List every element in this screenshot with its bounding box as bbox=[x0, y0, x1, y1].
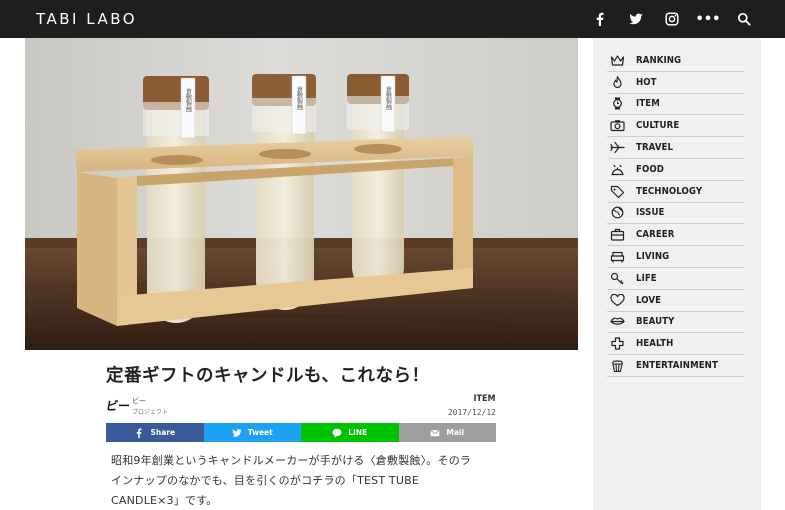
food-icon bbox=[608, 162, 626, 176]
tube-label-3: 倉敷製蝕 bbox=[385, 85, 392, 111]
mail-icon bbox=[430, 428, 440, 438]
share-buttons: Share Tweet LINE Mail bbox=[106, 423, 496, 442]
facebook-icon[interactable] bbox=[593, 12, 607, 26]
cross-icon bbox=[608, 337, 626, 351]
briefcase-icon bbox=[608, 228, 626, 242]
share-twitter-button[interactable]: Tweet bbox=[203, 423, 301, 442]
article-title: 定番ギフトのキャンドルも、これなら！ bbox=[106, 366, 430, 386]
twitter-icon bbox=[231, 428, 242, 438]
article-date: 2017/12/12 bbox=[447, 408, 496, 417]
instagram-icon[interactable] bbox=[665, 12, 679, 26]
site-header: TABI LABO ••• bbox=[0, 0, 785, 38]
article-lead-line-3: CANDLE×3」です。 bbox=[111, 494, 218, 507]
author-name[interactable]: ビー bbox=[132, 396, 146, 406]
twitter-icon[interactable] bbox=[629, 12, 643, 26]
category-ranking[interactable]: RANKING bbox=[607, 50, 744, 72]
watch-icon bbox=[608, 97, 626, 111]
hero-image: 倉敷製蝕 倉敷製蝕 倉敷製蝕 bbox=[25, 38, 578, 350]
article-lead-line-2: インナップのなかでも、目を引くのがコチラの「TEST TUBE bbox=[111, 474, 420, 487]
line-icon bbox=[332, 428, 342, 438]
key-icon bbox=[608, 271, 626, 285]
author-subtitle: プロジェクト bbox=[132, 409, 169, 416]
category-career[interactable]: CAREER bbox=[607, 224, 744, 247]
article-lead-line-1: 昭和9年創業というキャンドルメーカーが手がける〈倉敷製蝕〉。そのラ bbox=[111, 454, 472, 467]
category-entertainment[interactable]: ENTERTAINMENT bbox=[607, 355, 744, 377]
site-logo[interactable]: TABI LABO bbox=[36, 10, 137, 28]
category-health[interactable]: HEALTH bbox=[607, 333, 744, 356]
flame-icon bbox=[608, 75, 626, 89]
share-line-button[interactable]: LINE bbox=[301, 423, 399, 442]
globe-icon bbox=[608, 206, 626, 220]
category-living[interactable]: LIVING bbox=[607, 246, 744, 268]
airplane-icon bbox=[608, 141, 626, 155]
share-line-label: LINE bbox=[348, 428, 368, 437]
category-love[interactable]: LOVE bbox=[607, 290, 744, 312]
crown-icon bbox=[608, 53, 626, 67]
article-lead: 昭和9年創業というキャンドルメーカーが手がける〈倉敷製蝕〉。そのラ インナップの… bbox=[111, 451, 491, 510]
facebook-icon bbox=[134, 428, 144, 438]
category-travel[interactable]: TRAVEL bbox=[607, 137, 744, 159]
category-food[interactable]: FOOD bbox=[607, 159, 744, 181]
category-item[interactable]: ITEM bbox=[607, 94, 744, 116]
tube-label-1: 倉敷製蝕 bbox=[185, 87, 192, 113]
category-life[interactable]: LIFE bbox=[607, 268, 744, 290]
article-category-tag[interactable]: ITEM bbox=[474, 394, 496, 404]
sofa-icon bbox=[608, 250, 626, 264]
category-sidebar: RANKING HOT ITEM CULTURE TRAVEL FOOD TEC… bbox=[593, 38, 761, 510]
lips-icon bbox=[608, 315, 626, 329]
popcorn-icon bbox=[608, 359, 626, 373]
search-icon[interactable] bbox=[737, 12, 751, 26]
share-mail-label: Mail bbox=[446, 428, 465, 437]
heart-icon bbox=[608, 293, 626, 307]
category-issue[interactable]: ISSUE bbox=[607, 203, 744, 225]
more-icon[interactable]: ••• bbox=[696, 12, 721, 27]
category-culture[interactable]: CULTURE bbox=[607, 115, 744, 138]
category-beauty[interactable]: BEAUTY bbox=[607, 312, 744, 334]
camera-icon bbox=[608, 119, 626, 133]
share-facebook-label: Share bbox=[150, 428, 176, 437]
share-twitter-label: Tweet bbox=[247, 428, 273, 437]
share-facebook-button[interactable]: Share bbox=[106, 423, 204, 442]
author-logo[interactable]: ビー bbox=[105, 397, 132, 414]
category-hot[interactable]: HOT bbox=[607, 72, 744, 94]
header-icon-bar: ••• bbox=[593, 0, 751, 38]
tag-icon bbox=[608, 184, 626, 198]
share-mail-button[interactable]: Mail bbox=[398, 423, 496, 442]
tube-label-2: 倉敷製蝕 bbox=[296, 85, 303, 111]
category-list: RANKING HOT ITEM CULTURE TRAVEL FOOD TEC… bbox=[593, 38, 761, 377]
category-technology[interactable]: TECHNOLOGY bbox=[607, 181, 744, 203]
